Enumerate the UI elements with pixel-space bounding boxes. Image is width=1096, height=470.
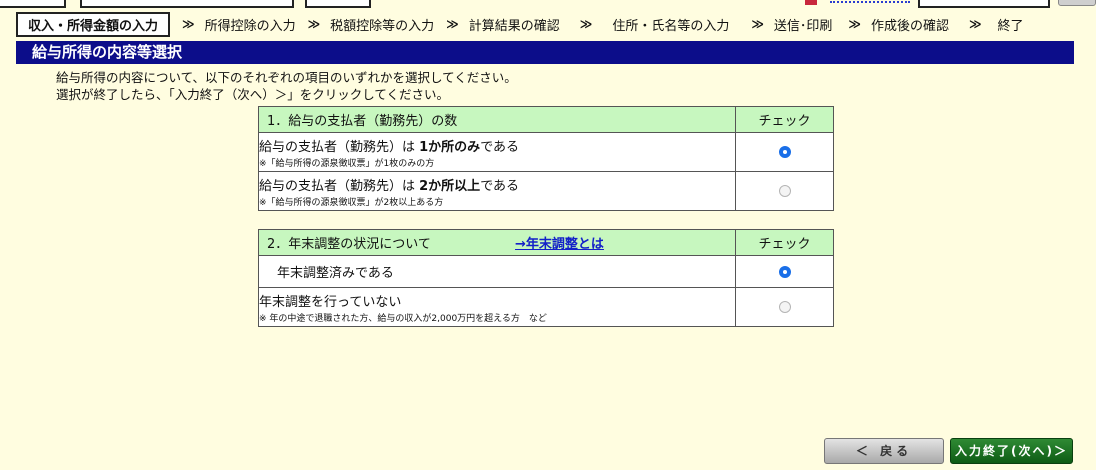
- option-note: ※ 年の中途で退職された方、給与の収入が2,000万円を超える方 など: [259, 313, 547, 324]
- top-strip: [0, 0, 1096, 8]
- step-arrow-icon: ≫: [968, 17, 982, 31]
- top-cut-field-1: [0, 0, 66, 8]
- option-row-not-adjusted[interactable]: 年末調整を行っていない ※ 年の中途で退職された方、給与の収入が2,000万円を…: [258, 287, 834, 327]
- option-text-suffix: である: [480, 178, 520, 194]
- step-arrow-icon: ≫: [751, 17, 764, 31]
- step-finish: 終了: [997, 18, 1024, 34]
- step-send-print: 送信･印刷: [773, 18, 833, 34]
- step-income-input: 収入・所得金額の入力: [16, 11, 171, 37]
- radio-cell: [735, 132, 834, 172]
- step-arrow-icon: ≫: [848, 17, 861, 31]
- step-arrow-icon: ≫: [307, 17, 321, 31]
- option-row-multiple-payers[interactable]: 給与の支払者（勤務先）は 2か所以上である ※「給与所得の源泉徴収票」が2枚以上…: [258, 171, 834, 211]
- option-row-adjusted[interactable]: 年末調整済みである: [258, 255, 834, 288]
- option-label: 年末調整を行っていない ※ 年の中途で退職された方、給与の収入が2,000万円を…: [258, 287, 736, 327]
- progress-steps: 収入・所得金額の入力 ≫ 所得控除の入力 ≫ 税額控除等の入力 ≫ 計算結果の確…: [16, 11, 1024, 37]
- radio-single-payer[interactable]: [778, 146, 791, 158]
- year-end-adjustment-header: 2．年末調整の状況について →年末調整とは: [258, 229, 736, 256]
- radio-cell: [735, 255, 834, 288]
- option-text: 給与の支払者（勤務先）は: [259, 139, 420, 155]
- option-text-bold: 1か所のみ: [419, 139, 481, 155]
- step-address-input: 住所・氏名等の入力: [612, 18, 730, 34]
- top-cut-field-3: [305, 0, 371, 8]
- check-column-header: チェック: [735, 106, 834, 133]
- option-label: 年末調整済みである: [258, 255, 736, 288]
- page-title: 給与所得の内容等選択: [16, 41, 1074, 64]
- step-deduction-input: 所得控除の入力: [204, 18, 296, 34]
- radio-cell: [735, 287, 834, 327]
- year-end-adjustment-title: 2．年末調整の状況について: [267, 237, 431, 252]
- top-cut-field-4: [918, 0, 1050, 8]
- back-button[interactable]: ＜ 戻る: [824, 438, 944, 464]
- radio-not-adjusted[interactable]: [778, 301, 791, 313]
- option-text: 年末調整を行っていない: [259, 294, 402, 310]
- step-arrow-icon: ≫: [182, 17, 195, 31]
- step-arrow-icon: ≫: [446, 17, 459, 31]
- step-tax-credit-input: 税額控除等の入力: [330, 18, 435, 34]
- intro-text: 給与所得の内容について、以下のそれぞれの項目のいずれかを選択してください。 選択…: [56, 69, 517, 103]
- option-label: 給与の支払者（勤務先）は 1か所のみである ※「給与所得の源泉徴収票」が1枚のみ…: [258, 132, 736, 172]
- year-end-adjustment-table: 2．年末調整の状況について →年末調整とは チェック 年末調整済みである 年末調…: [258, 229, 834, 327]
- top-cut-button[interactable]: [1058, 0, 1096, 6]
- radio-multiple-payers[interactable]: [778, 185, 791, 197]
- intro-line-1: 給与所得の内容について、以下のそれぞれの項目のいずれかを選択してください。: [56, 70, 517, 85]
- next-button[interactable]: 入力終了(次へ)＞: [950, 438, 1073, 464]
- option-note: ※「給与所得の源泉徴収票」が1枚のみの方: [259, 158, 435, 169]
- option-text-bold: 2か所以上: [419, 178, 481, 194]
- year-end-adjustment-link[interactable]: →年末調整とは: [515, 237, 604, 252]
- option-note: ※「給与所得の源泉徴収票」が2枚以上ある方: [259, 197, 444, 208]
- step-result-check: 計算結果の確認: [468, 18, 560, 34]
- payer-count-table: 1．給与の支払者（勤務先）の数 チェック 給与の支払者（勤務先）は 1か所のみで…: [258, 106, 834, 211]
- help-icon[interactable]: [805, 0, 817, 5]
- check-column-header: チェック: [735, 229, 834, 256]
- top-cut-field-2: [80, 0, 294, 8]
- option-label: 給与の支払者（勤務先）は 2か所以上である ※「給与所得の源泉徴収票」が2枚以上…: [258, 171, 736, 211]
- radio-cell: [735, 171, 834, 211]
- option-row-single-payer[interactable]: 給与の支払者（勤務先）は 1か所のみである ※「給与所得の源泉徴収票」が1枚のみ…: [258, 132, 834, 172]
- option-text-suffix: である: [480, 139, 520, 155]
- top-link[interactable]: [830, 1, 910, 4]
- step-after-check: 作成後の確認: [870, 18, 949, 34]
- option-text: 給与の支払者（勤務先）は: [259, 178, 420, 194]
- intro-line-2: 選択が終了したら、「入力終了（次へ）＞」をクリックしてください。: [56, 87, 450, 102]
- radio-adjusted[interactable]: [778, 265, 791, 278]
- step-arrow-icon: ≫: [579, 17, 593, 31]
- payer-count-header: 1．給与の支払者（勤務先）の数: [258, 106, 736, 133]
